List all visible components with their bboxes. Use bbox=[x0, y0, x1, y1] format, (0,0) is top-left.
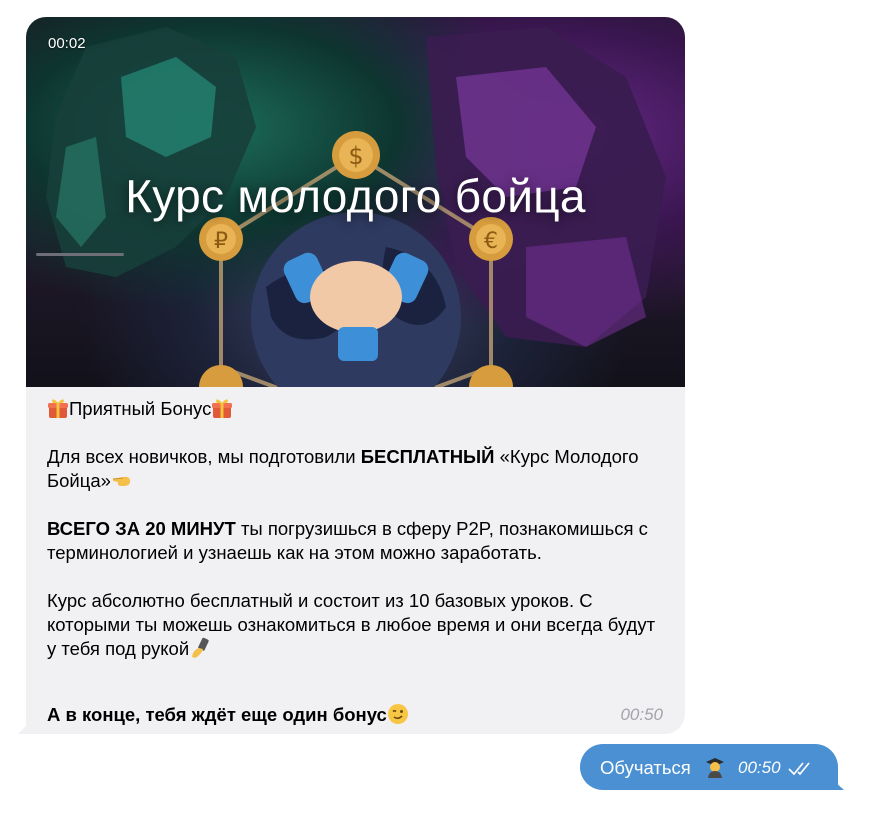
last-line-text: А в конце, тебя ждёт еще один бонус bbox=[47, 704, 387, 725]
svg-text:₽: ₽ bbox=[214, 229, 228, 254]
double-check-icon bbox=[788, 762, 810, 776]
outgoing-message-text: Обучаться bbox=[600, 757, 691, 778]
paragraph-2-bold: ВСЕГО ЗА 20 МИНУТ bbox=[47, 518, 236, 539]
video-title: Курс молодого бойца bbox=[125, 170, 586, 222]
message-text: Приятный Бонус Для всех новичков, мы под… bbox=[47, 397, 667, 685]
paragraph-2: ВСЕГО ЗА 20 МИНУТ ты погрузишься в сферу… bbox=[47, 517, 667, 565]
incoming-bubble-tail bbox=[18, 718, 34, 734]
student-icon bbox=[706, 758, 724, 778]
pointing-left-icon bbox=[112, 476, 131, 486]
gift-icon bbox=[212, 399, 233, 418]
paragraph-1-bold: БЕСПЛАТНЫЙ bbox=[360, 446, 495, 467]
wink-face-icon bbox=[387, 704, 408, 724]
svg-text:$: $ bbox=[348, 142, 363, 170]
paragraph-1-text: Для всех новичков, мы подготовили bbox=[47, 446, 361, 467]
video-preview[interactable]: $ ₽ € 00:02 Курс молодого бойца bbox=[26, 17, 685, 387]
incoming-message-bubble: $ ₽ € 00:02 Курс молодого бойца Приятный… bbox=[26, 17, 685, 734]
selfie-hand-icon bbox=[192, 637, 209, 658]
paragraph-1: Для всех новичков, мы подготовили БЕСПЛА… bbox=[47, 445, 667, 493]
video-duration: 00:02 bbox=[48, 35, 86, 52]
paragraph-3: Курс абсолютно бесплатный и состоит из 1… bbox=[47, 589, 667, 661]
outgoing-message-time: 00:50 bbox=[738, 758, 781, 777]
paragraph-3-text: Курс абсолютно бесплатный и состоит из 1… bbox=[47, 590, 656, 659]
gift-icon bbox=[48, 399, 68, 418]
svg-text:€: € bbox=[484, 229, 498, 254]
message-last-line: А в конце, тебя ждёт еще один бонус bbox=[47, 703, 409, 726]
message-header: Приятный Бонус bbox=[47, 397, 667, 421]
message-header-text: Приятный Бонус bbox=[69, 398, 212, 419]
outgoing-bubble-tail bbox=[826, 774, 844, 790]
video-progress-line bbox=[36, 253, 124, 256]
incoming-message-time: 00:50 bbox=[620, 705, 663, 724]
outgoing-message-bubble[interactable]: Обучаться 00:50 bbox=[580, 744, 838, 790]
